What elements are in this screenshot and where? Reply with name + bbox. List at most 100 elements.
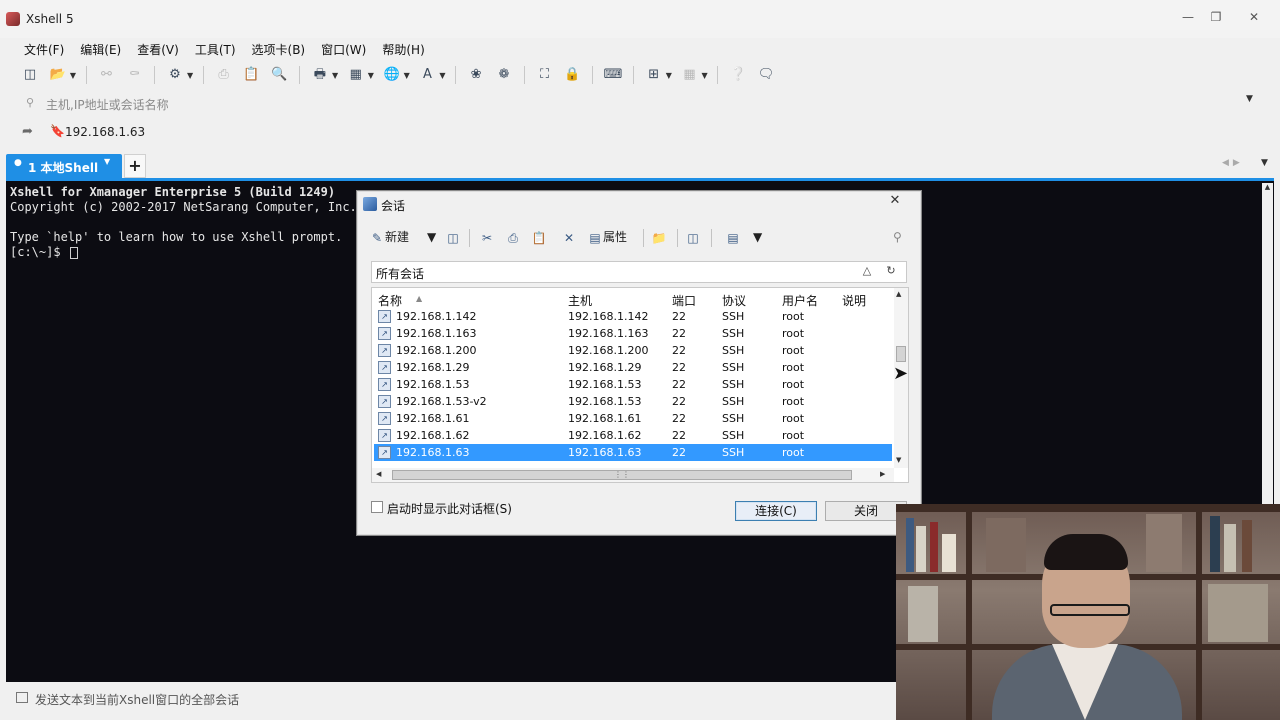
compose-label[interactable]: 发送文本到当前Xshell窗口的全部会话 [35,691,239,708]
chat-icon[interactable]: 🗨 [756,65,776,85]
menu-file[interactable]: 文件(F) [16,38,72,61]
add-tab-button[interactable]: + [124,154,146,178]
close-window-button[interactable]: ✕ [1242,8,1266,26]
disconnect-icon[interactable]: ⚰ [124,65,144,85]
properties-dropdown-icon[interactable]: ▼ [187,71,195,80]
session-icon: ↗ [378,412,391,425]
address-bar[interactable]: ⚲ 主机,IP地址或会话名称 ▼ [20,92,1272,114]
session-row[interactable]: ↗ 192.168.1.200 192.168.1.200 22 SSH root [374,342,892,359]
session-username: root [782,446,805,459]
session-row[interactable]: ↗ 192.168.1.62 192.168.1.62 22 SSH root [374,427,892,444]
paste-icon[interactable]: 📋 [241,65,261,85]
find-icon[interactable]: 🔍 [269,65,289,85]
column-port[interactable]: 端口 [672,292,696,309]
session-protocol: SSH [722,361,745,374]
column-protocol[interactable]: 协议 [722,292,746,309]
sessions-list[interactable]: 名称 ▲ 主机 端口 协议 用户名 说明 ↗ 192.168.1.142 192.1… [371,287,909,483]
copy-icon[interactable]: ⎙ [214,65,234,85]
transfer-icon[interactable]: ▦ [346,65,366,85]
font-dropdown-icon[interactable]: ▼ [439,71,447,80]
search-icon[interactable]: ⚲ [893,227,902,247]
scroll-up-icon[interactable]: ▲ [896,290,901,298]
xftp-icon[interactable]: ❀ [466,65,486,85]
column-description[interactable]: 说明 [842,292,866,309]
compose-window-icon[interactable] [16,692,28,703]
copy-icon[interactable]: ⎙ [505,227,521,247]
address-dropdown-icon[interactable]: ▼ [1246,94,1253,104]
up-folder-icon[interactable]: △ [858,264,876,280]
session-folder-path[interactable]: 所有会话 △ ↻ [371,261,907,283]
address-input[interactable]: 主机,IP地址或会话名称 [46,96,169,113]
links-arrow-icon[interactable]: ➦ [22,124,33,139]
keyboard-icon[interactable]: ⌨ [603,65,623,85]
session-row[interactable]: ↗ 192.168.1.29 192.168.1.29 22 SSH root [374,359,892,376]
show-on-startup-checkbox[interactable] [371,501,383,513]
open-dropdown-icon[interactable]: ▼ [70,71,78,80]
view-icon[interactable]: ▤ [725,227,741,247]
minimize-button[interactable]: — [1176,8,1200,26]
dialog-toolbar: ✎ 新建 ▼ ◫ ✂ ⎙ 📋 ✕ ▤ 属性 📁 ◫ ▤ ▼ ⚲ [365,223,915,251]
restore-button[interactable]: ❐ [1204,8,1228,26]
fullscreen-icon[interactable]: ⛶ [535,65,555,85]
session-row[interactable]: ↗ 192.168.1.163 192.168.1.163 22 SSH root [374,325,892,342]
session-row[interactable]: ↗ 192.168.1.53 192.168.1.53 22 SSH root [374,376,892,393]
session-row[interactable]: ↗ 192.168.1.53-v2 192.168.1.53 22 SSH root [374,393,892,410]
column-name[interactable]: 名称 [378,292,402,309]
view-dropdown-icon[interactable]: ▼ [753,227,762,247]
menu-tab[interactable]: 选项卡(B) [244,38,314,61]
font-icon[interactable]: A [417,65,437,85]
scroll-down-icon[interactable]: ▼ [896,456,901,464]
session-name: 192.168.1.53 [396,378,470,391]
properties-button[interactable]: ▤ 属性 [587,227,627,247]
properties-icon[interactable]: ⚙ [165,65,185,85]
column-host[interactable]: 主机 [568,292,592,309]
new-tab-dropdown-icon[interactable]: ▼ [666,71,674,80]
show-on-startup-label[interactable]: 启动时显示此对话框(S) [387,500,512,517]
layout-icon[interactable]: ▦ [680,65,700,85]
dialog-close-icon[interactable]: ✕ [877,193,913,209]
session-row[interactable]: ↗ 192.168.1.61 192.168.1.61 22 SSH root [374,410,892,427]
print-icon[interactable]: 🖶 [310,65,330,85]
session-username: root [782,378,805,391]
xmanager-icon[interactable]: ❁ [494,65,514,85]
menu-help[interactable]: 帮助(H) [374,38,432,61]
new-tab-icon[interactable]: ⊞ [644,65,664,85]
open-in-tab-icon[interactable]: ◫ [685,227,701,247]
scroll-up-icon[interactable]: ▲ [1262,183,1273,195]
cut-icon[interactable]: ✂ [479,227,495,247]
new-dropdown-icon[interactable]: ▼ [427,227,436,247]
menu-edit[interactable]: 编辑(E) [72,38,129,61]
help-icon[interactable]: ❔ [728,65,748,85]
menu-view[interactable]: 查看(V) [129,38,187,61]
new-session-icon[interactable]: ◫ [20,65,40,85]
globe-dropdown-icon[interactable]: ▼ [404,71,412,80]
menu-tools[interactable]: 工具(T) [187,38,244,61]
session-row[interactable]: ↗ 192.168.1.142 192.168.1.142 22 SSH root [374,308,892,325]
menu-window[interactable]: 窗口(W) [313,38,374,61]
layout-dropdown-icon[interactable]: ▼ [702,71,710,80]
tab-menu-icon[interactable]: ▼ [1261,158,1268,168]
bookmark-link[interactable]: 192.168.1.63 [65,125,145,139]
close-button[interactable]: 关闭 [825,501,907,521]
session-row[interactable]: ↗ 192.168.1.63 192.168.1.63 22 SSH root [374,444,892,461]
folder-icon[interactable]: 📁 [651,227,667,247]
lock-icon[interactable]: 🔒 [562,65,582,85]
paste-icon[interactable]: 📋 [531,227,547,247]
transfer-dropdown-icon[interactable]: ▼ [368,71,376,80]
connect-button[interactable]: 连接(C) [735,501,817,521]
column-username[interactable]: 用户名 [782,292,818,309]
session-icon: ↗ [378,327,391,340]
new-session-button[interactable]: ✎ 新建 [369,227,409,247]
globe-icon[interactable]: 🌐 [382,65,402,85]
refresh-icon[interactable]: ↻ [882,264,900,280]
scroll-right-icon[interactable]: ▶ [880,470,885,478]
tab-dropdown-icon[interactable]: ▼ [104,157,110,166]
reconnect-icon[interactable]: ⚯ [96,65,116,85]
open-folder-icon[interactable]: 📂 [48,65,68,85]
vertical-scroll-thumb[interactable] [896,346,906,362]
tab-scroll-arrows-icon[interactable]: ◀▶ [1222,158,1244,168]
import-icon[interactable]: ◫ [445,227,461,247]
scroll-left-icon[interactable]: ◀ [376,470,381,478]
delete-icon[interactable]: ✕ [561,227,577,247]
print-dropdown-icon[interactable]: ▼ [332,71,340,80]
